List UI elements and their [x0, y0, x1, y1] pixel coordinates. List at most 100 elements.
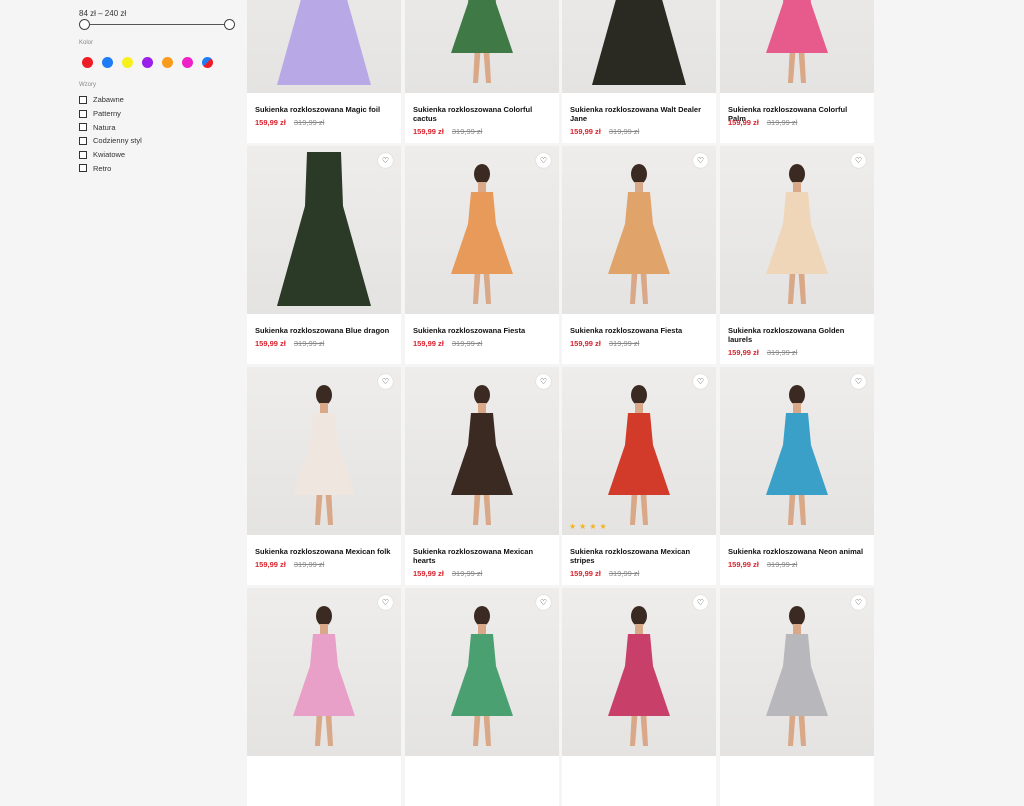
product-card[interactable]: ♡ Sukienka rozkloszowana Neon animal 159,9…	[720, 367, 874, 585]
product-card[interactable]: ♡ Sukienka rozkloszowana Golden laurels 15…	[720, 146, 874, 364]
sale-price: 159,99 zł	[255, 339, 286, 348]
product-card[interactable]: ♡	[720, 588, 874, 806]
product-card[interactable]: ♡ Sukienka rozkloszowana Mexican hearts 15…	[405, 367, 559, 585]
sale-price: 159,99 zł	[728, 348, 759, 357]
product-title[interactable]: Sukienka rozkloszowana Magic foil	[255, 105, 393, 114]
heart-icon[interactable]: ♡	[693, 153, 708, 168]
product-image[interactable]	[405, 0, 559, 93]
price-range-label: 84 zł – 240 zł	[79, 9, 127, 18]
product-photo	[277, 152, 371, 306]
sale-price: 159,99 zł	[570, 127, 601, 136]
pattern-filter-item[interactable]: Zabawne	[79, 93, 142, 107]
product-image[interactable]: ♡	[247, 588, 401, 756]
pattern-filter-item[interactable]: Kwiatowe	[79, 148, 142, 162]
heart-icon[interactable]: ♡	[378, 595, 393, 610]
product-image[interactable]: ♡	[405, 146, 559, 314]
color-swatch[interactable]	[82, 57, 93, 68]
product-card[interactable]: ♡ Sukienka rozkloszowana Fiesta 159,99 zł 3…	[562, 146, 716, 364]
product-image[interactable]: ♡ ★★★★	[562, 367, 716, 535]
pattern-filter-item[interactable]: Codzienny styl	[79, 134, 142, 148]
color-filter-label: Kolor	[79, 40, 94, 46]
heart-icon[interactable]: ♡	[851, 374, 866, 389]
product-card[interactable]: ♡	[247, 588, 401, 806]
original-price: 319,99 zł	[608, 569, 640, 578]
product-image[interactable]: ♡	[405, 588, 559, 756]
product-card[interactable]: ♡	[405, 588, 559, 806]
product-title[interactable]: Sukienka rozkloszowana Mexican stripes	[570, 547, 708, 565]
product-title[interactable]: Sukienka rozkloszowana Fiesta	[413, 326, 551, 335]
checkbox[interactable]	[79, 95, 87, 104]
product-card[interactable]: ♡	[562, 588, 716, 806]
product-title[interactable]: Sukienka rozkloszowana Neon animal	[728, 547, 866, 556]
sale-price: 159,99 zł	[728, 118, 759, 127]
product-photo	[293, 385, 355, 525]
color-swatch[interactable]	[142, 57, 153, 68]
product-image[interactable]: ♡	[247, 146, 401, 314]
product-image[interactable]: ♡	[405, 367, 559, 535]
color-swatch[interactable]	[202, 57, 213, 68]
color-swatch[interactable]	[162, 57, 173, 68]
heart-icon[interactable]: ♡	[693, 374, 708, 389]
original-price: 319,99 zł	[608, 339, 640, 348]
price-slider-max-handle[interactable]	[224, 19, 235, 30]
heart-icon[interactable]: ♡	[851, 595, 866, 610]
product-title[interactable]: Sukienka rozkloszowana Golden laurels	[728, 326, 866, 344]
checkbox[interactable]	[79, 136, 87, 145]
product-image[interactable]	[562, 0, 716, 93]
heart-icon[interactable]: ♡	[378, 153, 393, 168]
product-photo	[766, 164, 828, 304]
heart-icon[interactable]: ♡	[536, 153, 551, 168]
product-photo	[451, 385, 513, 525]
product-image[interactable]: ♡	[562, 146, 716, 314]
product-prices: 159,99 zł 319,99 zł	[570, 339, 639, 348]
product-card[interactable]: ♡ Sukienka rozkloszowana Blue dragon 159,9…	[247, 146, 401, 364]
sale-price: 159,99 zł	[255, 118, 286, 127]
pattern-filter-label: Retro	[93, 163, 112, 173]
price-slider-min-handle[interactable]	[79, 19, 90, 30]
sale-price: 159,99 zł	[255, 560, 286, 569]
product-title[interactable]: Sukienka rozkloszowana Mexican folk	[255, 547, 393, 556]
checkbox[interactable]	[79, 164, 87, 173]
product-title[interactable]: Sukienka rozkloszowana Fiesta	[570, 326, 708, 335]
product-card[interactable]: Sukienka rozkloszowana Colorful cactus 15…	[405, 0, 559, 143]
color-swatch[interactable]	[102, 57, 113, 68]
checkbox[interactable]	[79, 123, 87, 132]
color-swatch[interactable]	[182, 57, 193, 68]
product-card[interactable]: Sukienka rozkloszowana Walt Dealer Jane 1…	[562, 0, 716, 143]
product-photo	[766, 385, 828, 525]
product-card[interactable]: ♡ Sukienka rozkloszowana Mexican folk 159,…	[247, 367, 401, 585]
heart-icon[interactable]: ♡	[851, 153, 866, 168]
product-image[interactable]	[720, 0, 874, 93]
checkbox[interactable]	[79, 150, 87, 159]
product-title[interactable]: Sukienka rozkloszowana Walt Dealer Jane	[570, 105, 708, 123]
sale-price: 159,99 zł	[413, 127, 444, 136]
product-card[interactable]: ♡ Sukienka rozkloszowana Fiesta 159,99 zł 3…	[405, 146, 559, 364]
pattern-filter-item[interactable]: Natura	[79, 120, 142, 134]
product-image[interactable]: ♡	[247, 367, 401, 535]
product-title[interactable]: Sukienka rozkloszowana Blue dragon	[255, 326, 393, 335]
heart-icon[interactable]: ♡	[693, 595, 708, 610]
product-title[interactable]: Sukienka rozkloszowana Mexican hearts	[413, 547, 551, 565]
product-card[interactable]: Sukienka rozkloszowana Colorful Palm 159,…	[720, 0, 874, 143]
sale-price: 159,99 zł	[570, 339, 601, 348]
price-slider-track[interactable]	[83, 24, 229, 25]
product-image[interactable]	[247, 0, 401, 93]
product-image[interactable]: ♡	[720, 367, 874, 535]
product-title[interactable]: Sukienka rozkloszowana Colorful cactus	[413, 105, 551, 123]
product-image[interactable]: ♡	[562, 588, 716, 756]
heart-icon[interactable]: ♡	[536, 595, 551, 610]
original-price: 319,99 zł	[293, 560, 325, 569]
product-image[interactable]: ♡	[720, 146, 874, 314]
checkbox[interactable]	[79, 109, 87, 118]
original-price: 319,99 zł	[451, 127, 483, 136]
product-photo	[451, 606, 513, 746]
product-image[interactable]: ♡	[720, 588, 874, 756]
product-card[interactable]: ♡ ★★★★ Sukienka rozkloszowana Mexican stri…	[562, 367, 716, 585]
heart-icon[interactable]: ♡	[378, 374, 393, 389]
color-swatch[interactable]	[122, 57, 133, 68]
pattern-filter-item[interactable]: Patterny	[79, 107, 142, 121]
pattern-filter-item[interactable]: Retro	[79, 161, 142, 175]
heart-icon[interactable]: ♡	[536, 374, 551, 389]
product-card[interactable]: Sukienka rozkloszowana Magic foil 159,99 …	[247, 0, 401, 143]
product-photo	[451, 0, 513, 83]
